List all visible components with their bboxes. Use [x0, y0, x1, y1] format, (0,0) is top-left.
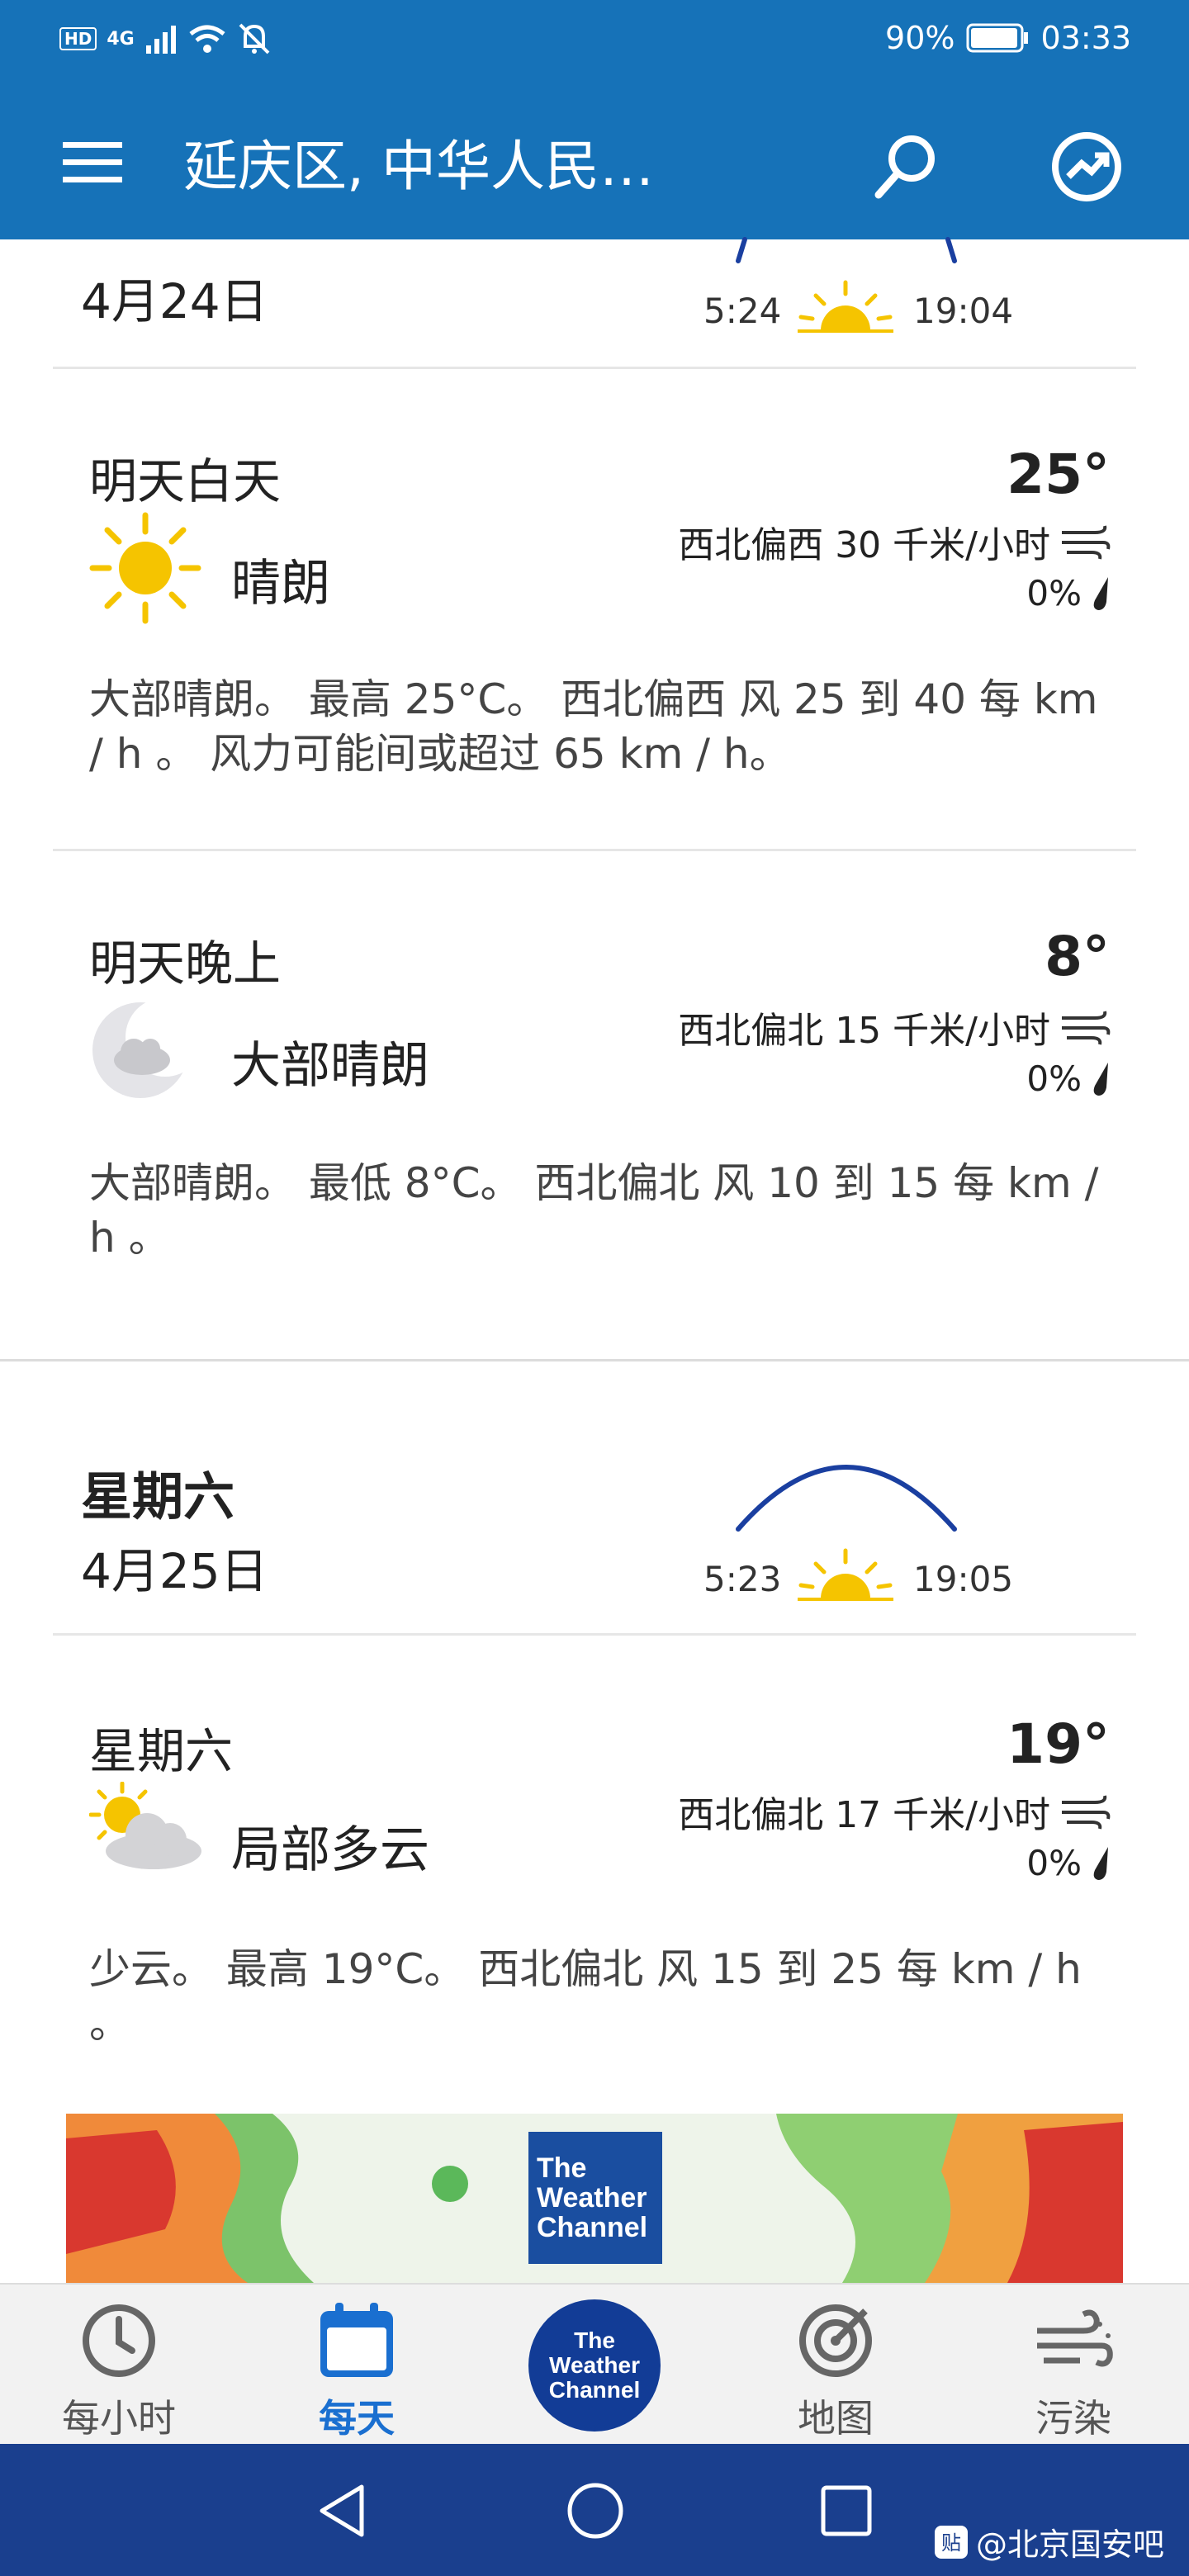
status-bar: HD 4G 90% 03:33	[0, 0, 1189, 83]
day-date: 4月24日	[81, 273, 268, 329]
ad-banner[interactable]: The Weather Channel	[66, 2114, 1123, 2283]
wind-text: 西北偏西 30 千米/小时	[678, 524, 1050, 566]
twc-button-line: Weather	[549, 2352, 640, 2378]
day-divider	[0, 1359, 1189, 1361]
precip-info: 0%	[1026, 1843, 1111, 1883]
precip-text: 0%	[1026, 573, 1082, 613]
system-nav-bar: 贴 @北京国安吧	[0, 2444, 1189, 2576]
sunrise-time: 5:24	[703, 291, 782, 331]
forecast-description: 大部晴朗。 最低 8°C。 西北偏北 风 10 到 15 每 km / h 。	[89, 1159, 1099, 1262]
twc-button-line: The	[574, 2327, 615, 2353]
precip-info: 0%	[1026, 573, 1111, 613]
temperature: 19°	[1007, 1712, 1110, 1776]
nav-pollution[interactable]: 污染	[991, 2285, 1156, 2446]
mute-bell-icon	[239, 23, 270, 54]
sun-arc	[736, 237, 957, 263]
wind-info: 西北偏北 17 千米/小时	[678, 1785, 1111, 1838]
condition-label: 局部多云	[231, 1821, 429, 1879]
divider	[53, 849, 1136, 851]
sunset-time: 19:05	[913, 1559, 1014, 1599]
period-title: 明天白天	[89, 453, 282, 509]
partly-cloudy-icon	[89, 1782, 201, 1869]
app-bar: 延庆区, 中华人民…	[0, 83, 1189, 239]
precip-info: 0%	[1026, 1058, 1111, 1099]
nav-hourly[interactable]: 每小时	[36, 2285, 201, 2446]
battery-icon	[966, 23, 1029, 53]
watermark: 贴 @北京国安吧	[933, 2519, 1164, 2564]
twc-logo-line: Channel	[537, 2212, 648, 2243]
location-title[interactable]: 延庆区, 中华人民…	[183, 122, 654, 201]
status-icons-left: HD 4G	[59, 21, 272, 56]
sunrise-sun-icon	[798, 1548, 893, 1601]
nav-daily[interactable]: 每天	[274, 2285, 439, 2446]
temperature: 25°	[1007, 443, 1110, 506]
nav-label: 每天	[319, 2396, 395, 2441]
tieba-logo-icon: 贴	[934, 2525, 968, 2559]
svg-text:贴: 贴	[941, 2531, 961, 2555]
sunset-time: 19:04	[913, 291, 1014, 331]
battery-percent: 90%	[885, 20, 955, 56]
day-name: 星期六	[81, 1466, 235, 1527]
search-icon[interactable]	[869, 129, 943, 203]
condition-label: 大部晴朗	[231, 1037, 429, 1095]
hd-indicator: HD	[59, 27, 97, 50]
forecast-description: 少云。 最高 19°C。 西北偏北 风 15 到 25 每 km / h 。	[89, 1945, 1082, 2048]
day-date: 4月25日	[81, 1543, 268, 1599]
air-quality-icon	[1037, 2309, 1113, 2367]
temperature: 8°	[1045, 925, 1110, 988]
clock: 03:33	[1040, 20, 1131, 56]
nav-label: 地图	[798, 2396, 874, 2441]
wind-icon	[1062, 1011, 1111, 1045]
nav-label: 污染	[1035, 2396, 1111, 2441]
nav-map[interactable]: 地图	[753, 2285, 918, 2446]
wind-info: 西北偏西 30 千米/小时	[678, 515, 1111, 568]
sunny-icon	[89, 512, 201, 624]
divider	[53, 1633, 1136, 1636]
raindrop-icon	[1093, 1062, 1108, 1096]
wind-icon	[1062, 525, 1111, 560]
sunrise-time: 5:23	[703, 1559, 782, 1599]
wind-text: 西北偏北 17 千米/小时	[678, 1794, 1050, 1836]
twc-logo-line: Weather	[537, 2182, 647, 2214]
calendar-icon	[320, 2303, 393, 2377]
moon-cloud-icon	[92, 997, 197, 1098]
period-title: 明天晚上	[89, 935, 282, 992]
sunrise-sun-icon	[798, 280, 893, 333]
wind-text: 西北偏北 15 千米/小时	[678, 1010, 1050, 1052]
twc-button[interactable]: The Weather Channel	[528, 2299, 661, 2432]
raindrop-icon	[1093, 1846, 1108, 1880]
radar-icon	[799, 2304, 872, 2377]
twc-logo-line: The	[537, 2152, 587, 2184]
status-icons-right: 90% 03:33	[885, 20, 1131, 56]
trend-icon[interactable]	[1045, 125, 1128, 208]
wind-icon	[1062, 1795, 1111, 1830]
condition-label: 晴朗	[231, 555, 330, 613]
raindrop-icon	[1093, 576, 1108, 610]
precip-text: 0%	[1026, 1058, 1082, 1099]
network-type: 4G	[107, 28, 135, 50]
wifi-icon	[189, 25, 225, 53]
menu-icon[interactable]	[59, 134, 126, 192]
forecast-description: 大部晴朗。 最高 25°C。 西北偏西 风 25 到 40 每 km / h 。…	[89, 675, 1098, 778]
twc-logo: The Weather Channel	[528, 2132, 662, 2264]
nav-label: 每小时	[62, 2396, 176, 2441]
home-icon[interactable]	[565, 2480, 626, 2541]
divider	[53, 367, 1136, 369]
watermark-text: @北京国安吧	[975, 2526, 1164, 2563]
sun-arc	[736, 1465, 957, 1532]
back-icon[interactable]	[314, 2482, 372, 2540]
wind-info: 西北偏北 15 千米/小时	[678, 1001, 1111, 1054]
bottom-nav: 每小时 每天 The Weather Channel 地图 污染	[0, 2283, 1189, 2446]
recents-icon[interactable]	[819, 2484, 874, 2538]
period-title: 星期六	[89, 1723, 234, 1779]
signal-icon	[145, 26, 176, 54]
clock-icon	[83, 2304, 155, 2377]
twc-button-line: Channel	[548, 2377, 641, 2403]
precip-text: 0%	[1026, 1843, 1082, 1883]
